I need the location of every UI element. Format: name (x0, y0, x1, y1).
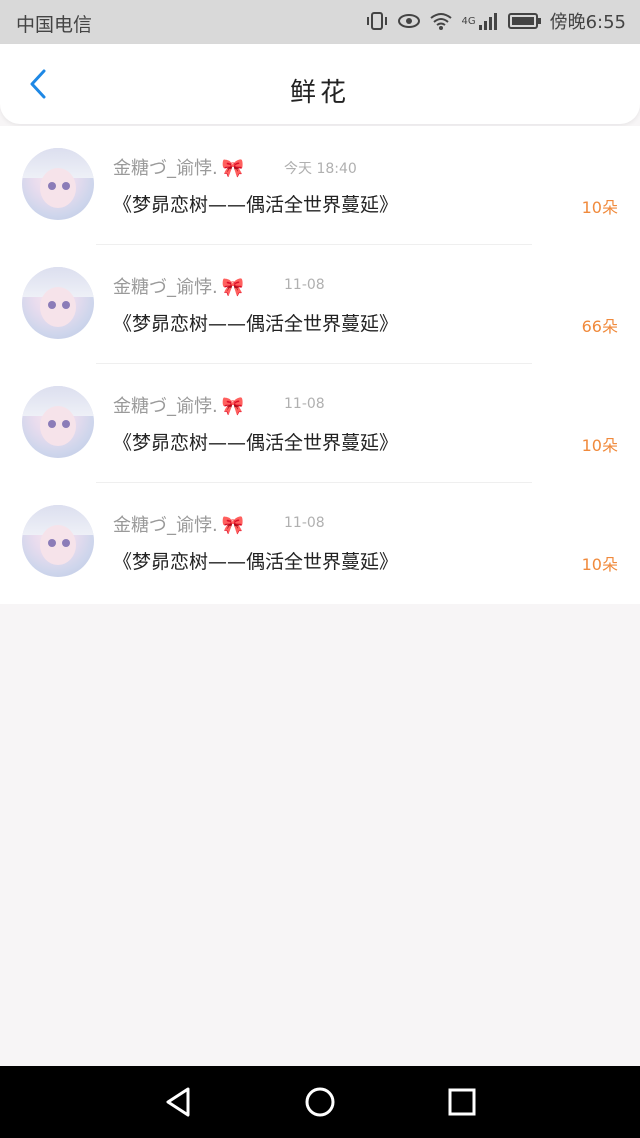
work-title: 《梦昴恋树——偶活全世界蔓延》 (113, 194, 399, 216)
list-item[interactable]: 金糖づ_谕悖. 🎀 今天 18:40 《梦昴恋树——偶活全世界蔓延》 10朵 (0, 126, 640, 245)
avatar[interactable] (22, 386, 94, 458)
flower-list: 金糖づ_谕悖. 🎀 今天 18:40 《梦昴恋树——偶活全世界蔓延》 10朵 金糖… (0, 126, 640, 604)
battery-icon (507, 13, 541, 29)
system-navigation-bar (0, 1066, 640, 1138)
eye-comfort-icon (398, 14, 421, 28)
work-title: 《梦昴恋树——偶活全世界蔓延》 (113, 313, 399, 335)
bow-icon: 🎀 (221, 396, 245, 417)
bow-icon: 🎀 (221, 277, 245, 298)
list-item[interactable]: 金糖づ_谕悖. 🎀 11-08 《梦昴恋树——偶活全世界蔓延》 10朵 (0, 483, 640, 602)
home-circle-icon[interactable] (302, 1084, 338, 1120)
clock: 傍晚6:55 (549, 12, 626, 33)
status-bar: 中国电信 4G 傍晚6:55 (0, 0, 640, 44)
sender-name[interactable]: 金糖づ_谕悖. 🎀 (113, 392, 244, 418)
bow-icon: 🎀 (221, 515, 245, 536)
avatar[interactable] (22, 148, 94, 220)
sent-date: 11-08 (284, 515, 325, 531)
wifi-icon (430, 13, 453, 30)
work-title: 《梦昴恋树——偶活全世界蔓延》 (113, 432, 399, 454)
carrier-label: 中国电信 (16, 14, 93, 36)
list-item[interactable]: 金糖づ_谕悖. 🎀 11-08 《梦昴恋树——偶活全世界蔓延》 66朵 (0, 245, 640, 364)
list-item[interactable]: 金糖づ_谕悖. 🎀 11-08 《梦昴恋树——偶活全世界蔓延》 10朵 (0, 364, 640, 483)
back-triangle-icon[interactable] (160, 1084, 196, 1120)
status-icons: 4G 傍晚6:55 (365, 8, 626, 34)
flower-count: 66朵 (581, 317, 618, 336)
flower-count: 10朵 (581, 555, 618, 574)
sender-name[interactable]: 金糖づ_谕悖. 🎀 (113, 154, 244, 180)
network-type: 4G (461, 15, 476, 27)
sent-date: 11-08 (284, 277, 325, 293)
flower-count: 10朵 (581, 198, 618, 217)
sender-name[interactable]: 金糖づ_谕悖. 🎀 (113, 511, 244, 537)
recent-apps-square-icon[interactable] (444, 1084, 480, 1120)
signal-icon (478, 13, 497, 30)
page-title: 鲜花 (289, 78, 350, 108)
work-title: 《梦昴恋树——偶活全世界蔓延》 (113, 551, 399, 573)
avatar[interactable] (22, 505, 94, 577)
avatar[interactable] (22, 267, 94, 339)
sent-date: 11-08 (284, 396, 325, 412)
bow-icon: 🎀 (221, 158, 245, 179)
sender-name[interactable]: 金糖づ_谕悖. 🎀 (113, 273, 244, 299)
header-bar: 鲜花 (0, 44, 640, 124)
vibrate-icon (367, 12, 388, 30)
sent-date: 今天 18:40 (284, 161, 357, 177)
flower-count: 10朵 (581, 436, 618, 455)
